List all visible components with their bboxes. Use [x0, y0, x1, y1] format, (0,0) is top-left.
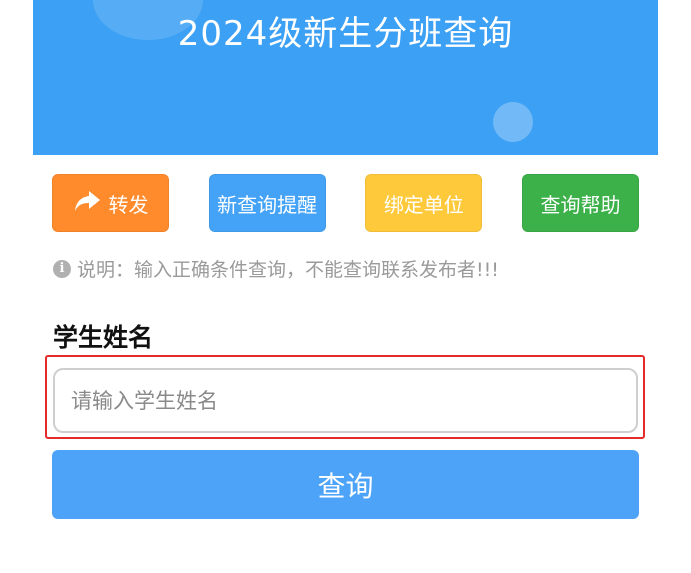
bind-unit-button[interactable]: 绑定单位: [365, 174, 483, 232]
share-button[interactable]: 转发: [52, 174, 169, 232]
banner-decoration-circle: [493, 102, 533, 142]
bind-unit-label: 绑定单位: [383, 192, 464, 217]
share-arrow-icon: [73, 189, 109, 218]
header-banner: 2024级新生分班查询: [33, 0, 658, 155]
query-help-label: 查询帮助: [540, 192, 621, 217]
notice-text: 说明：输入正确条件查询，不能查询联系发布者!!!: [77, 259, 499, 281]
share-button-label: 转发: [108, 192, 149, 217]
action-button-row: 转发 新查询提醒 绑定单位 查询帮助: [52, 174, 639, 232]
student-name-input[interactable]: [53, 368, 638, 433]
query-button-label: 查询: [317, 469, 374, 503]
query-help-button[interactable]: 查询帮助: [521, 174, 639, 232]
notice: i 说明：输入正确条件查询，不能查询联系发布者!!!: [53, 255, 499, 282]
student-name-label: 学生姓名: [53, 323, 154, 352]
query-button[interactable]: 查询: [52, 450, 639, 519]
page-title: 2024级新生分班查询: [177, 14, 514, 54]
new-query-reminder-label: 新查询提醒: [217, 192, 318, 217]
info-icon: i: [53, 259, 71, 278]
new-query-reminder-button[interactable]: 新查询提醒: [208, 174, 326, 232]
